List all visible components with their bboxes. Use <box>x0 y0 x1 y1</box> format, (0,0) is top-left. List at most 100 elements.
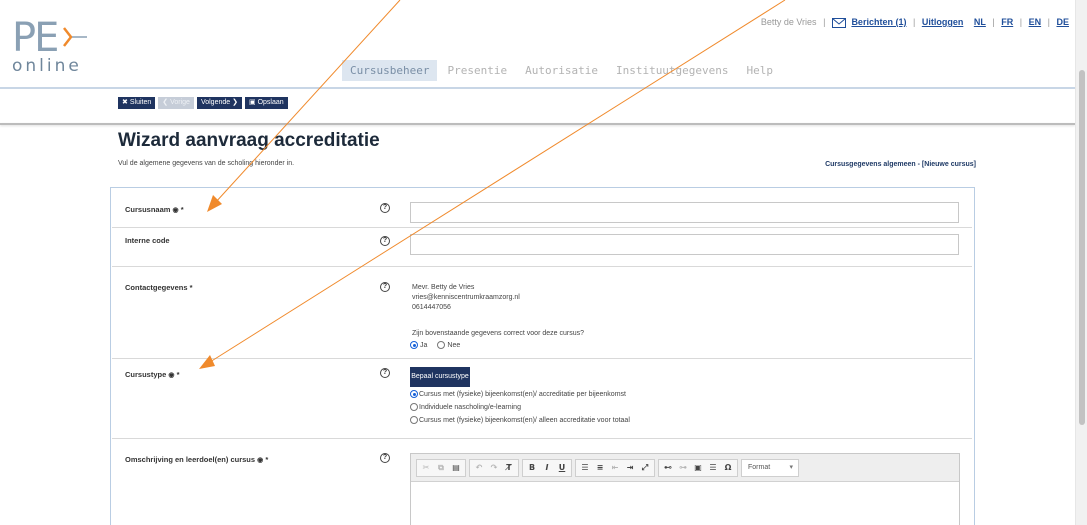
divider: | <box>823 17 826 27</box>
nav-tab-cursusbeheer[interactable]: Cursusbeheer <box>342 60 438 81</box>
next-button[interactable]: Volgende ❯ <box>196 97 242 109</box>
internal-code-input[interactable] <box>410 234 959 255</box>
copy-icon[interactable]: ⧉ <box>434 461 448 475</box>
toolbar-divider <box>0 123 1075 125</box>
course-type-option-label: Cursus met (fysieke) bijeenkomst(en)/ al… <box>419 416 630 424</box>
course-type-label-text: Cursustype <box>125 370 167 379</box>
help-icon[interactable]: ? <box>380 282 390 292</box>
divider: | <box>992 17 995 27</box>
messages-link[interactable]: Berichten (1) <box>851 17 906 27</box>
row-divider <box>112 438 972 439</box>
determine-course-type-button[interactable]: Bepaal cursustype <box>410 367 470 387</box>
logo-online-text: online <box>12 56 82 76</box>
description-label-text: Omschrijving en leerdoel(en) cursus <box>125 455 256 464</box>
internal-code-label: Interne code <box>125 236 170 245</box>
nav-divider <box>0 87 1075 89</box>
course-name-label: Cursusnaam ◉ * <box>125 205 184 214</box>
indent-icon[interactable]: ⇥ <box>623 461 637 475</box>
help-icon[interactable]: ? <box>380 453 390 463</box>
contact-email: vries@kenniscentrumkraamzorg.nl <box>412 294 520 301</box>
course-type-radio-1[interactable] <box>410 390 418 398</box>
previous-button[interactable]: ❮ Vorige <box>158 97 194 109</box>
help-icon[interactable]: ? <box>380 368 390 378</box>
contact-phone: 0614447056 <box>412 304 451 311</box>
yes-radio[interactable] <box>410 341 418 349</box>
format-select[interactable]: Format <box>741 458 799 477</box>
remove-format-icon[interactable]: T̸ <box>502 461 516 475</box>
course-name-input[interactable] <box>410 202 959 223</box>
scrollbar-thumb[interactable] <box>1079 70 1085 425</box>
image-icon[interactable]: ▣ <box>691 461 705 475</box>
italic-icon[interactable]: I <box>540 461 554 475</box>
row-divider <box>112 266 972 267</box>
underline-icon[interactable]: U <box>555 461 569 475</box>
numbered-list-icon[interactable]: ☰ <box>578 461 592 475</box>
help-icon[interactable]: ? <box>380 203 390 213</box>
course-name-label-text: Cursusnaam <box>125 205 171 214</box>
course-type-radio-3[interactable] <box>410 416 418 424</box>
editor-toolbar: ✂ ⧉ ▤ ↶ ↷ T̸ B I U ☰ ≡ ⇤ ⇥ ⤢ ⊷ ⊶ ▣ ☰ Ω F… <box>411 454 959 482</box>
course-type-option: Individuele nascholing/e-learning <box>410 403 521 411</box>
bullet-list-icon[interactable]: ≡ <box>593 461 607 475</box>
description-label: Omschrijving en leerdoel(en) cursus ◉ * <box>125 455 268 464</box>
pe-online-logo[interactable]: PE online <box>12 18 87 76</box>
divider: | <box>1047 17 1050 27</box>
nav-tab-autorisatie[interactable]: Autorisatie <box>517 60 606 81</box>
save-button-label: Opslaan <box>257 99 284 106</box>
course-type-label: Cursustype ◉ * <box>125 370 179 379</box>
lang-nl-link[interactable]: NL <box>974 17 986 27</box>
wizard-toolbar: ✖ Sluiten ❮ Vorige Volgende ❯ ▣ Opslaan <box>118 97 288 109</box>
page-title: Wizard aanvraag accreditatie <box>118 130 380 151</box>
maximize-icon[interactable]: ⤢ <box>638 461 652 475</box>
lang-en-link[interactable]: EN <box>1029 17 1042 27</box>
redo-icon[interactable]: ↷ <box>487 461 501 475</box>
divider: | <box>912 17 916 27</box>
editor-list-group: ☰ ≡ ⇤ ⇥ ⤢ <box>575 458 655 477</box>
required-mark: * <box>265 455 269 464</box>
editor-history-group: ↶ ↷ T̸ <box>469 458 519 477</box>
contact-label: Contactgegevens * <box>125 283 193 292</box>
nav-tab-help[interactable]: Help <box>739 60 782 81</box>
course-type-option-label: Cursus met (fysieke) bijeenkomst(en)/ ac… <box>419 390 626 398</box>
page-scrollbar[interactable] <box>1075 0 1087 525</box>
lang-fr-link[interactable]: FR <box>1001 17 1013 27</box>
save-button[interactable]: ▣ Opslaan <box>244 97 288 109</box>
close-button[interactable]: ✖ Sluiten <box>118 97 156 109</box>
user-name: Betty de Vries <box>760 17 817 27</box>
horizontal-rule-icon[interactable]: ☰ <box>706 461 720 475</box>
course-type-option: Cursus met (fysieke) bijeenkomst(en)/ al… <box>410 416 630 424</box>
close-button-label: Sluiten <box>129 99 152 106</box>
editor-insert-group: ⊷ ⊶ ▣ ☰ Ω <box>658 458 738 477</box>
undo-icon[interactable]: ↶ <box>472 461 486 475</box>
link-icon[interactable]: ⊷ <box>661 461 675 475</box>
description-rich-text-editor[interactable]: ✂ ⧉ ▤ ↶ ↷ T̸ B I U ☰ ≡ ⇤ ⇥ ⤢ ⊷ ⊶ ▣ ☰ Ω F… <box>410 453 960 525</box>
contact-confirm-question: Zijn bovenstaande gegevens correct voor … <box>412 330 584 337</box>
eye-icon: ◉ <box>168 372 175 379</box>
unlink-icon[interactable]: ⊶ <box>676 461 690 475</box>
logo-arrow-icon <box>63 27 87 47</box>
row-divider <box>112 358 972 359</box>
no-radio[interactable] <box>437 341 446 349</box>
nav-tab-presentie[interactable]: Presentie <box>439 60 515 81</box>
bold-icon[interactable]: B <box>525 461 539 475</box>
mail-icon[interactable] <box>831 18 846 28</box>
contact-name: Mevr. Betty de Vries <box>412 284 475 291</box>
logout-link[interactable]: Uitloggen <box>922 17 964 27</box>
special-char-icon[interactable]: Ω <box>721 461 735 475</box>
editor-clipboard-group: ✂ ⧉ ▤ <box>416 458 466 477</box>
row-divider <box>112 227 972 228</box>
divider: | <box>1019 17 1023 27</box>
close-icon: ✖ <box>122 99 128 106</box>
paste-icon[interactable]: ▤ <box>449 461 463 475</box>
course-type-radio-2[interactable] <box>410 403 418 411</box>
contact-confirm-radios: Ja Nee <box>410 341 460 349</box>
help-icon[interactable]: ? <box>380 236 390 246</box>
required-mark: * <box>189 283 193 292</box>
header: PE online Betty de Vries | Berichten (1)… <box>0 0 1075 90</box>
eye-icon: ◉ <box>257 457 264 464</box>
outdent-icon[interactable]: ⇤ <box>608 461 622 475</box>
cut-icon[interactable]: ✂ <box>419 461 433 475</box>
nav-tab-instituutgegevens[interactable]: Instituutgegevens <box>608 60 737 81</box>
editor-style-group: B I U <box>522 458 572 477</box>
lang-de-link[interactable]: DE <box>1056 17 1069 27</box>
